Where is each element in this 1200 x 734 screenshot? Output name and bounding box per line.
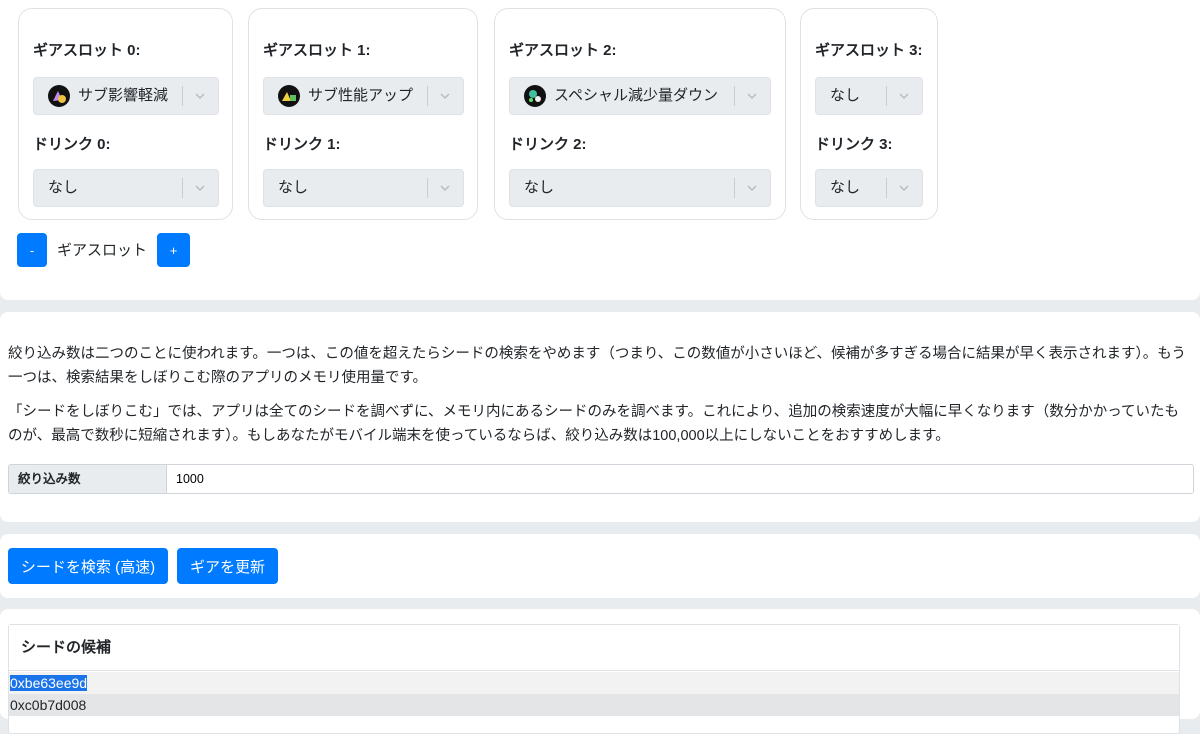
gear-select-2[interactable]: スペシャル減少量ダウン: [509, 77, 771, 115]
select-separator: [427, 178, 428, 198]
drink-select-3[interactable]: なし: [815, 169, 923, 207]
search-seed-button[interactable]: シードを検索 (高速): [8, 548, 168, 584]
drink-select-value: なし: [830, 179, 861, 196]
results-section: シードの候補 0xbe63ee9d 0xc0b7d008: [0, 609, 1200, 734]
chevron-down-icon: [747, 93, 757, 100]
actions-section: シードを検索 (高速) ギアを更新: [0, 534, 1200, 598]
gear-slot-card-1: ギアスロット 1: サブ性能アップ ドリンク 1: なし: [248, 8, 478, 220]
description-paragraph-1: 絞り込み数は二つのことに使われます。一つは、この値を超えたらシードの検索をやめま…: [8, 346, 1186, 386]
remove-slot-button[interactable]: -: [17, 233, 47, 267]
gear-select-1[interactable]: サブ性能アップ: [263, 77, 464, 115]
sub-power-up-icon: [278, 85, 300, 107]
add-slot-button[interactable]: +: [157, 233, 190, 267]
gear-select-value: スペシャル減少量ダウン: [554, 87, 718, 104]
gear-slot-card-0: ギアスロット 0: サブ影響軽減 ドリンク 0: なし: [18, 8, 233, 220]
limit-input[interactable]: [167, 465, 1193, 493]
select-separator: [182, 178, 183, 198]
gear-select-value: サブ性能アップ: [308, 87, 414, 104]
gear-select-value: サブ影響軽減: [78, 87, 169, 104]
chevron-down-icon: [440, 185, 450, 192]
drink-select-1[interactable]: なし: [263, 169, 464, 207]
sub-power-down-icon: [48, 85, 70, 107]
gear-select-value: なし: [830, 87, 861, 104]
drink-label: ドリンク 1:: [263, 136, 341, 153]
drink-select-value: なし: [48, 179, 79, 196]
chevron-down-icon: [195, 93, 205, 100]
gear-slot-label: ギアスロット 2:: [509, 42, 617, 59]
select-separator: [886, 86, 887, 106]
drink-label: ドリンク 2:: [509, 136, 587, 153]
description-paragraph-2: 「シードをしぼりこむ」では、アプリは全てのシードを調べずに、メモリ内にあるシード…: [8, 404, 1180, 444]
slot-controls-label: ギアスロット: [57, 242, 148, 259]
seed-row[interactable]: 0xbe63ee9d: [9, 672, 1179, 694]
gear-slot-card-2: ギアスロット 2: スペシャル減少量ダウン ドリンク 2: なし: [494, 8, 786, 220]
gear-slot-label: ギアスロット 3:: [815, 42, 923, 59]
select-separator: [886, 178, 887, 198]
select-separator: [182, 86, 183, 106]
seed-candidates-header: シードの候補: [9, 625, 1179, 671]
select-separator: [734, 178, 735, 198]
description-section: 絞り込み数は二つのことに使われます。一つは、この値を超えたらシードの検索をやめま…: [0, 312, 1200, 522]
seed-row[interactable]: 0xc0b7d008: [9, 694, 1179, 716]
gear-slot-label: ギアスロット 0:: [33, 42, 141, 59]
gear-select-0[interactable]: サブ影響軽減: [33, 77, 219, 115]
limit-input-group: 絞り込み数: [8, 464, 1194, 494]
gear-section: ギアスロット 0: サブ影響軽減 ドリンク 0: なし ギアスロット 1: サブ…: [0, 0, 1200, 300]
drink-label: ドリンク 0:: [33, 136, 111, 153]
chevron-down-icon: [747, 185, 757, 192]
seed-value: 0xbe63ee9d: [10, 675, 88, 691]
chevron-down-icon: [195, 185, 205, 192]
chevron-down-icon: [899, 185, 909, 192]
drink-select-value: なし: [524, 179, 555, 196]
drink-select-0[interactable]: なし: [33, 169, 219, 207]
chevron-down-icon: [440, 93, 450, 100]
special-saver-icon: [524, 85, 546, 107]
select-separator: [734, 86, 735, 106]
seed-value: 0xc0b7d008: [10, 697, 87, 713]
seed-candidates-card: シードの候補 0xbe63ee9d 0xc0b7d008: [8, 624, 1180, 734]
limit-label: 絞り込み数: [9, 465, 167, 493]
chevron-down-icon: [899, 93, 909, 100]
drink-select-2[interactable]: なし: [509, 169, 771, 207]
gear-slot-label: ギアスロット 1:: [263, 42, 371, 59]
drink-select-value: なし: [278, 179, 309, 196]
select-separator: [427, 86, 428, 106]
gear-slot-card-3: ギアスロット 3: なし ドリンク 3: なし: [800, 8, 938, 220]
gear-select-3[interactable]: なし: [815, 77, 923, 115]
drink-label: ドリンク 3:: [815, 136, 893, 153]
update-gear-button[interactable]: ギアを更新: [177, 548, 278, 584]
